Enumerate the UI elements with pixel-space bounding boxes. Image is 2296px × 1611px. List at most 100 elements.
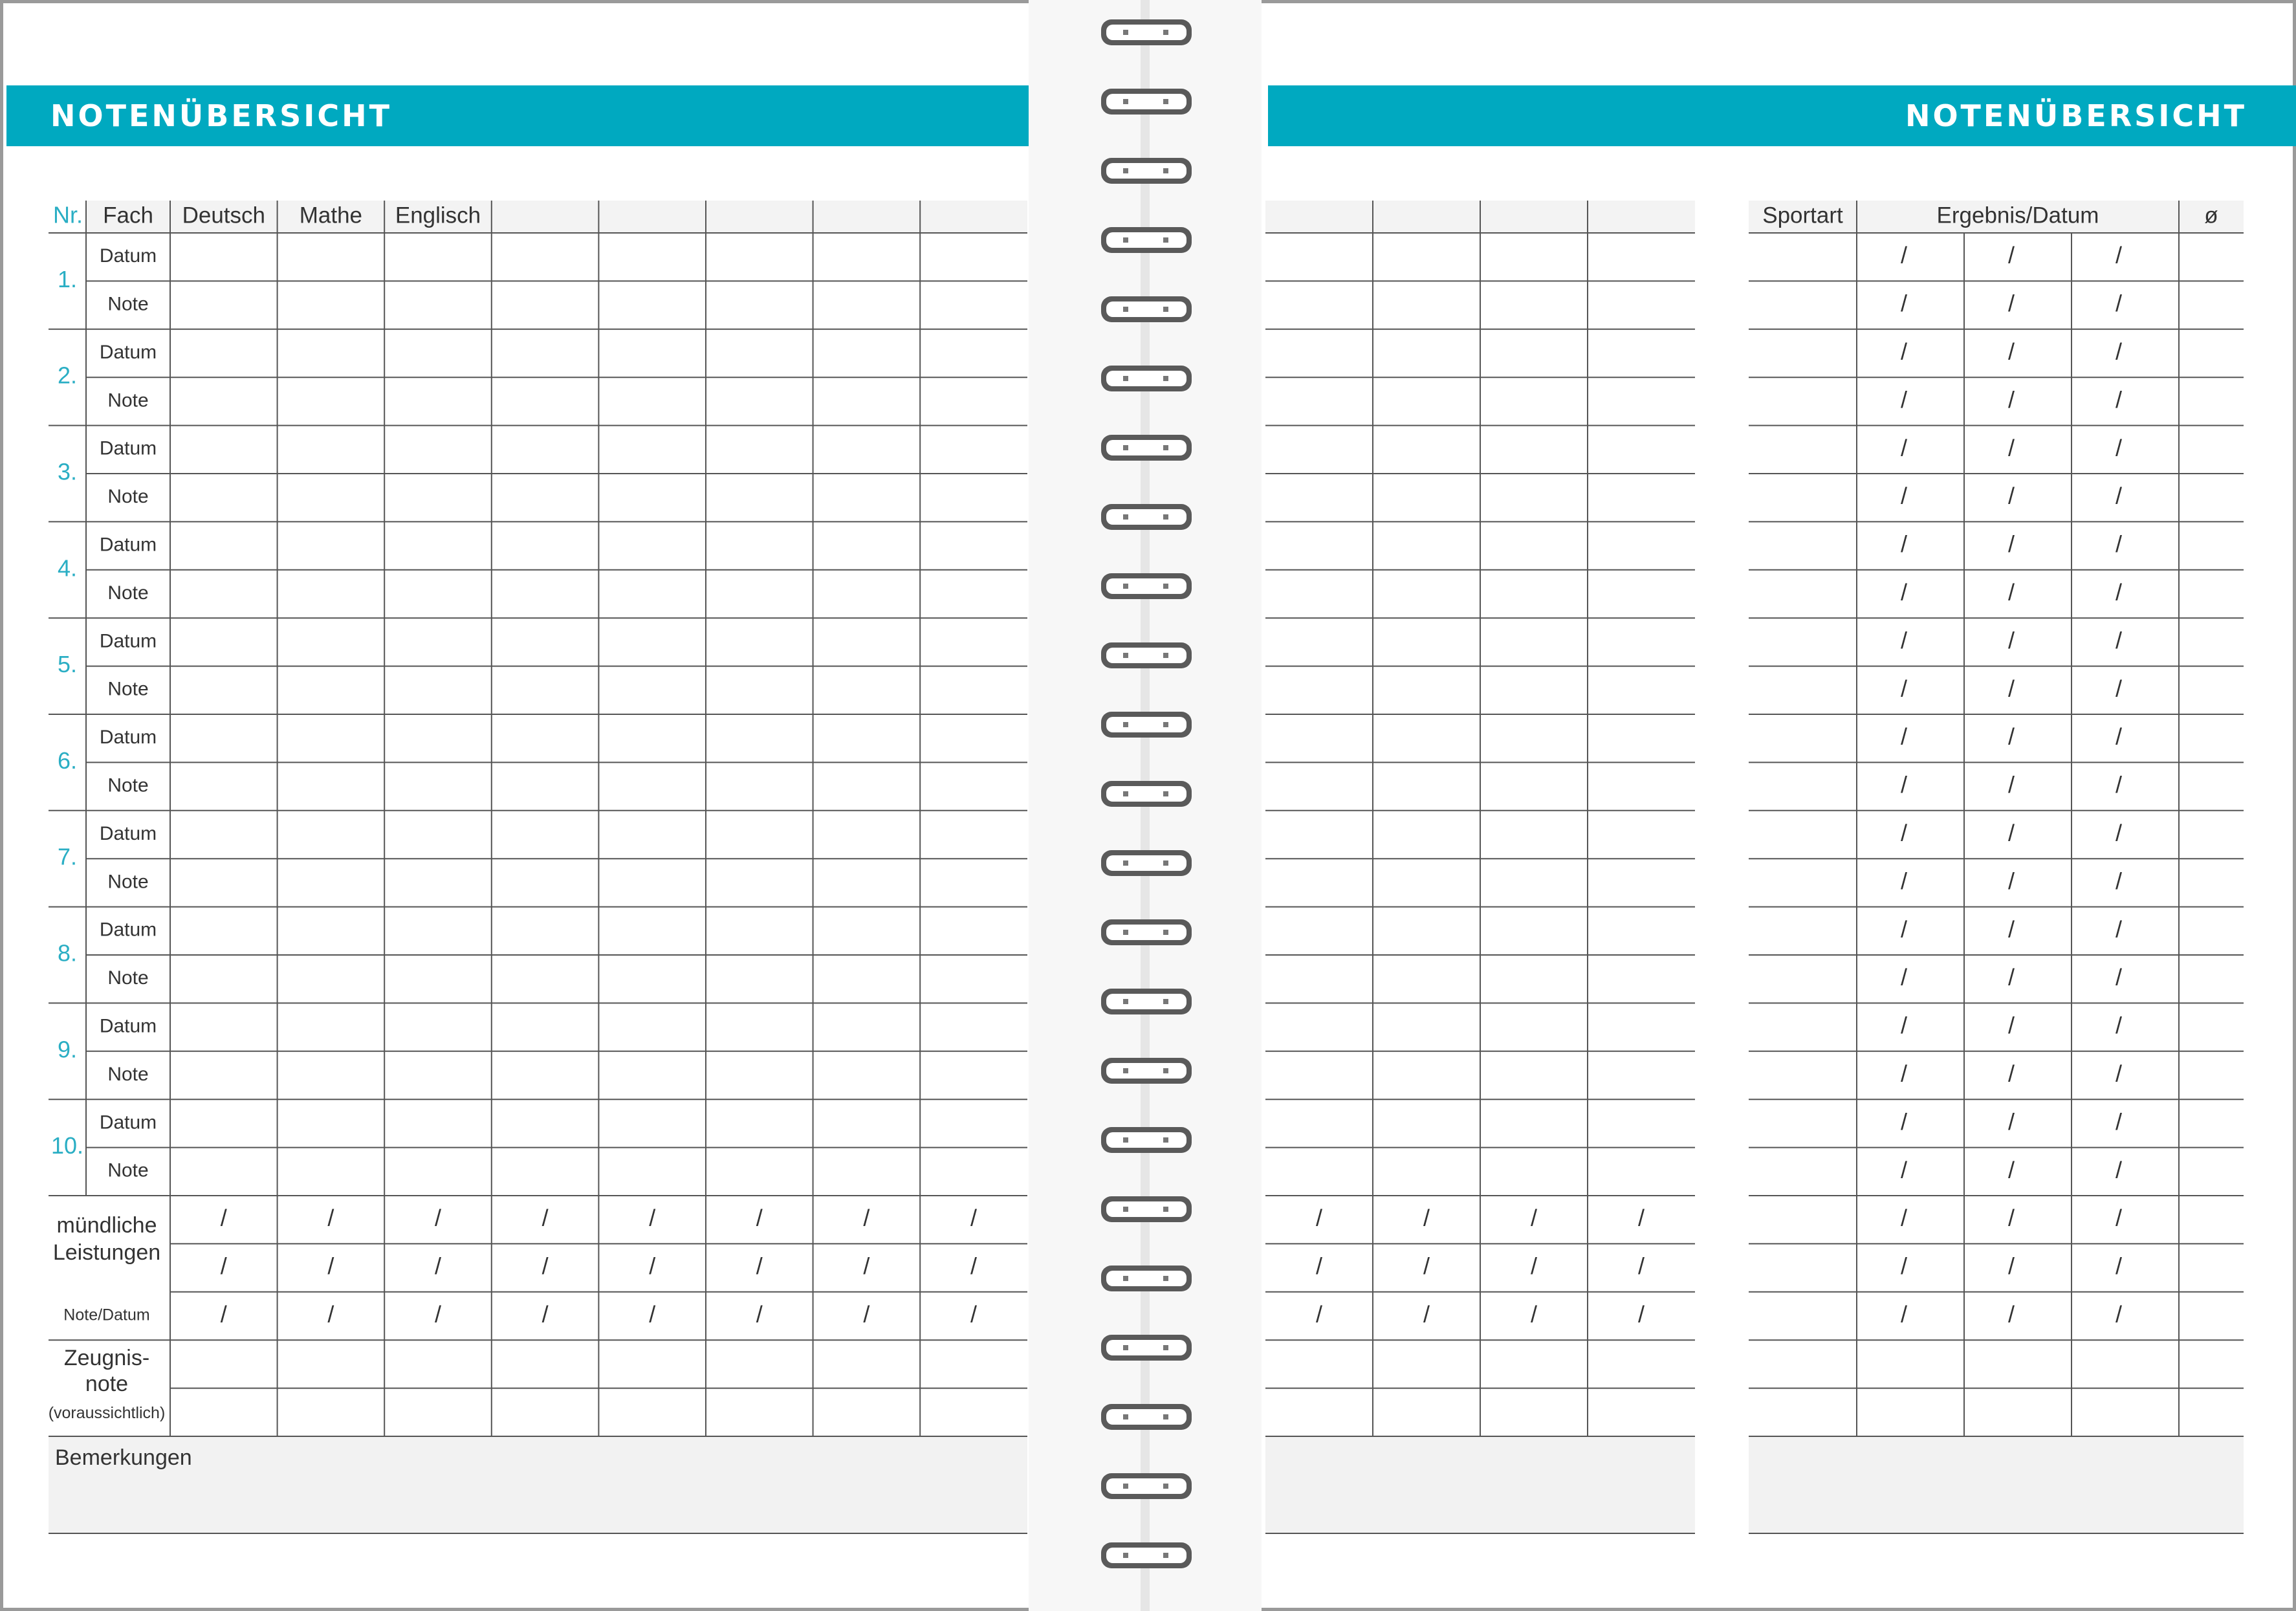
entry-number: 1.	[58, 266, 77, 292]
datum-label: Datum	[100, 1112, 157, 1133]
date-slash: /	[327, 1205, 334, 1231]
date-slash: /	[1638, 1301, 1645, 1328]
date-slash: /	[649, 1301, 655, 1328]
date-slash: /	[756, 1205, 763, 1231]
date-slash: /	[2008, 915, 2015, 942]
oral-label-1: mündliche	[57, 1213, 157, 1238]
date-slash: /	[1901, 434, 1907, 461]
note-label: Note	[107, 1160, 148, 1181]
entry-number: 10.	[51, 1132, 83, 1159]
entry-number: 2.	[58, 362, 77, 389]
date-slash: /	[2008, 1205, 2015, 1231]
date-slash: /	[863, 1205, 869, 1231]
date-slash: /	[2008, 1156, 2015, 1183]
grade-tables: Nr. Fach Deutsch Mathe Englisch 1. Datum Note 2.…	[49, 201, 2244, 1534]
date-slash: /	[2008, 290, 2015, 316]
date-slash: /	[2116, 1012, 2122, 1038]
datum-label: Datum	[100, 534, 157, 556]
date-slash: /	[756, 1301, 763, 1328]
date-slash: /	[2008, 483, 2015, 509]
date-slash: /	[542, 1301, 549, 1328]
date-slash: /	[1531, 1253, 1537, 1279]
date-slash: /	[1901, 338, 1907, 365]
entry-number: 9.	[58, 1036, 77, 1062]
date-slash: /	[2116, 1156, 2122, 1183]
date-slash: /	[1901, 1012, 1907, 1038]
date-slash: /	[327, 1253, 334, 1279]
date-slash: /	[221, 1205, 227, 1231]
oral-label-2: Leistungen	[53, 1240, 160, 1265]
date-slash: /	[1901, 531, 1907, 557]
date-slash: /	[863, 1301, 869, 1328]
date-slash: /	[435, 1205, 441, 1231]
date-slash: /	[2008, 1060, 2015, 1087]
date-slash: /	[1901, 579, 1907, 606]
date-slash: /	[1531, 1205, 1537, 1231]
date-slash: /	[2008, 723, 2015, 750]
date-slash: /	[2008, 627, 2015, 653]
date-slash: /	[435, 1301, 441, 1328]
report-label-1: Zeugnis-	[64, 1346, 149, 1370]
date-slash: /	[756, 1253, 763, 1279]
average-header: ø	[2204, 203, 2218, 228]
fach-header: Fach	[103, 203, 153, 228]
date-slash: /	[2008, 386, 2015, 413]
date-slash: /	[2116, 964, 2122, 991]
date-slash: /	[2008, 531, 2015, 557]
entry-number: 7.	[58, 844, 77, 870]
date-slash: /	[2116, 1205, 2122, 1231]
date-slash: /	[542, 1253, 549, 1279]
datum-label: Datum	[100, 1016, 157, 1037]
note-label: Note	[107, 967, 148, 989]
note-label: Note	[107, 679, 148, 700]
date-slash: /	[1901, 290, 1907, 316]
date-slash: /	[327, 1301, 334, 1328]
date-slash: /	[1901, 915, 1907, 942]
date-slash: /	[2116, 338, 2122, 365]
date-slash: /	[2008, 579, 2015, 606]
date-slash: /	[970, 1301, 977, 1328]
date-slash: /	[2116, 242, 2122, 268]
date-slash: /	[2008, 338, 2015, 365]
date-slash: /	[1316, 1205, 1322, 1231]
subject-header: Deutsch	[182, 203, 265, 228]
date-slash: /	[2008, 771, 2015, 798]
date-slash: /	[2116, 868, 2122, 894]
date-slash: /	[1901, 1060, 1907, 1087]
date-slash: /	[1901, 1108, 1907, 1135]
note-label: Note	[107, 871, 148, 892]
date-slash: /	[1901, 771, 1907, 798]
date-slash: /	[970, 1253, 977, 1279]
date-slash: /	[1901, 627, 1907, 653]
date-slash: /	[1901, 1205, 1907, 1231]
entry-number: 6.	[58, 747, 77, 774]
date-slash: /	[2116, 771, 2122, 798]
date-slash: /	[1901, 964, 1907, 991]
date-slash: /	[2008, 868, 2015, 894]
date-slash: /	[649, 1253, 655, 1279]
date-slash: /	[2116, 820, 2122, 846]
sport-remarks-area	[1749, 1436, 2244, 1533]
date-slash: /	[1901, 1253, 1907, 1279]
date-slash: /	[863, 1253, 869, 1279]
date-slash: /	[970, 1205, 977, 1231]
date-slash: /	[2116, 675, 2122, 701]
date-slash: /	[435, 1253, 441, 1279]
subject-header: Englisch	[395, 203, 481, 228]
date-slash: /	[2116, 1301, 2122, 1328]
date-slash: /	[2116, 386, 2122, 413]
date-slash: /	[2116, 723, 2122, 750]
date-slash: /	[221, 1253, 227, 1279]
note-label: Note	[107, 775, 148, 796]
date-slash: /	[1638, 1205, 1645, 1231]
right-remarks-area	[1265, 1436, 1695, 1533]
report-sublabel: (voraussichtlich)	[49, 1404, 166, 1422]
oral-sublabel: Note/Datum	[63, 1306, 149, 1324]
note-label: Note	[107, 294, 148, 315]
date-slash: /	[2116, 1253, 2122, 1279]
date-slash: /	[1423, 1205, 1430, 1231]
date-slash: /	[2116, 290, 2122, 316]
datum-label: Datum	[100, 245, 157, 267]
note-label: Note	[107, 582, 148, 604]
date-slash: /	[2008, 964, 2015, 991]
